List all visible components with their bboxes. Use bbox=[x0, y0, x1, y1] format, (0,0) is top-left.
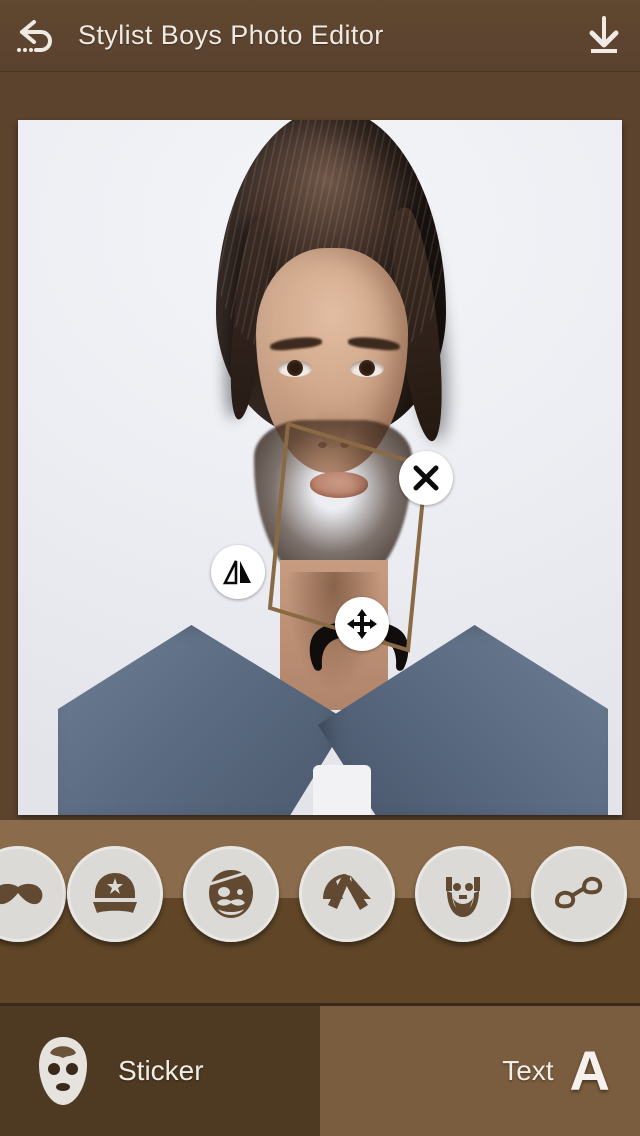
sticker-button[interactable]: Sticker bbox=[0, 1006, 320, 1136]
category-glasses[interactable] bbox=[531, 846, 627, 942]
cap-star-icon bbox=[93, 873, 137, 913]
move-handle[interactable] bbox=[335, 597, 389, 651]
photo-editor-screen: Stylist Boys Photo Editor Sticker Text A bbox=[0, 0, 640, 1136]
delete-handle[interactable] bbox=[399, 451, 453, 505]
source-photo bbox=[18, 120, 622, 815]
mustache-icon bbox=[0, 883, 43, 905]
sticker-category-carousel[interactable] bbox=[0, 820, 640, 1003]
text-label: Text bbox=[502, 1055, 554, 1086]
text-button[interactable]: Text A bbox=[320, 1006, 640, 1136]
bottom-toolbar: Sticker Text A bbox=[0, 1006, 640, 1136]
text-glyph-icon: A bbox=[569, 1039, 610, 1102]
sticker-label: Sticker bbox=[118, 1055, 204, 1086]
iris-right bbox=[359, 360, 375, 376]
save-button[interactable] bbox=[568, 0, 640, 72]
beard-face-icon bbox=[446, 877, 480, 917]
category-beard-face[interactable] bbox=[415, 846, 511, 942]
category-cap[interactable] bbox=[67, 846, 163, 942]
flip-handle[interactable] bbox=[211, 545, 265, 599]
photo-canvas[interactable] bbox=[18, 120, 622, 815]
iris-left bbox=[287, 360, 303, 376]
back-button[interactable] bbox=[0, 0, 72, 72]
download-icon bbox=[589, 15, 619, 53]
close-x-icon bbox=[413, 465, 439, 491]
category-mustache[interactable] bbox=[0, 846, 66, 942]
category-face-eyepatch[interactable] bbox=[183, 846, 279, 942]
face-sticker-icon bbox=[39, 1037, 87, 1105]
category-hairstyle[interactable] bbox=[299, 846, 395, 942]
page-title: Stylist Boys Photo Editor bbox=[78, 20, 384, 50]
app-header: Stylist Boys Photo Editor bbox=[0, 0, 640, 72]
eyeglasses-icon bbox=[554, 876, 603, 909]
face-eyepatch-icon bbox=[209, 869, 253, 918]
hairstyle-icon bbox=[323, 874, 371, 910]
undershirt bbox=[313, 765, 371, 815]
move-arrows-icon bbox=[347, 609, 377, 639]
flip-horizontal-icon bbox=[223, 560, 251, 585]
undo-back-icon bbox=[17, 19, 52, 52]
editor-stage bbox=[0, 72, 640, 820]
